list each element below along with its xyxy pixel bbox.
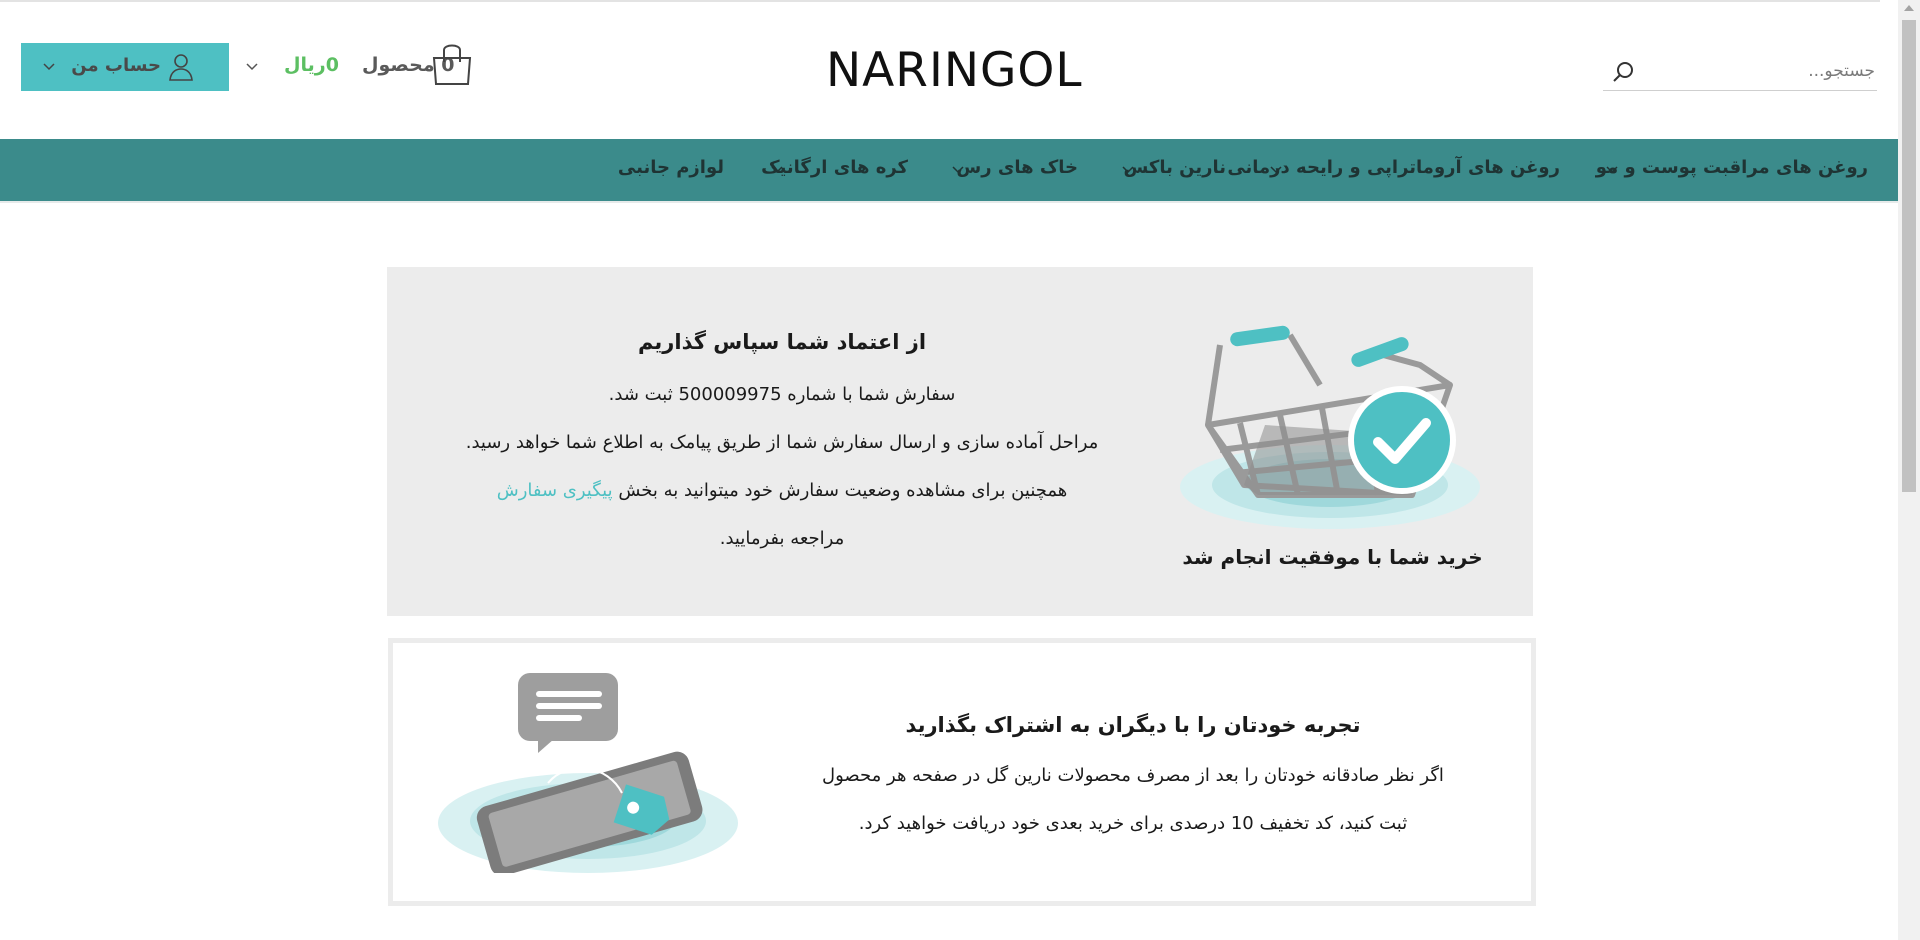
shopping-bag-icon[interactable] xyxy=(430,40,474,86)
review-text-line2: ثبت کنید، کد تخفیف 10 درصدی برای خرید بع… xyxy=(858,813,1408,834)
refer-text: مراجعه بفرمایید. xyxy=(719,528,845,549)
chevron-down-icon[interactable] xyxy=(952,166,964,174)
scroll-up-arrow-icon[interactable] xyxy=(1904,5,1914,11)
chevron-down-icon[interactable] xyxy=(1270,166,1282,174)
sms-info-text: مراحل آماده سازی و ارسال سفارش شما از طر… xyxy=(465,432,1099,453)
thanks-heading: از اعتماد شما سپاس گذاریم xyxy=(637,330,927,354)
site-logo[interactable]: NARINGOL xyxy=(826,46,1082,96)
review-invite-box: تجربه خودتان را با دیگران به اشتراک بگذا… xyxy=(388,638,1536,906)
order-success-box: از اعتماد شما سپاس گذاریم سفارش شما با ش… xyxy=(387,267,1533,616)
scrollbar-thumb[interactable] xyxy=(1902,20,1916,492)
nav-item-accessories[interactable]: لوازم جانبی xyxy=(618,157,724,181)
nav-item-organic-butters[interactable]: کره های ارگانیک xyxy=(761,157,908,181)
chevron-down-icon[interactable] xyxy=(1606,166,1618,174)
search-input[interactable] xyxy=(1653,56,1877,86)
chevron-down-icon[interactable] xyxy=(1122,166,1134,174)
nav-item-skin-hair-oils[interactable]: روغن های مراقبت پوست و مو xyxy=(1596,157,1868,181)
order-tracking-link[interactable]: پیگیری سفارش xyxy=(497,480,613,501)
tracking-prefix: همچنین برای مشاهده وضعیت سفارش خود میتوا… xyxy=(612,480,1068,501)
account-button[interactable]: حساب من xyxy=(21,43,229,91)
review-heading: تجربه خودتان را با دیگران به اشتراک بگذا… xyxy=(905,713,1361,737)
chevron-down-icon[interactable] xyxy=(771,166,783,174)
nav-item-narin-box[interactable]: نارین باکس xyxy=(1123,157,1226,181)
phone-review-illustration xyxy=(438,673,738,873)
search-icon[interactable] xyxy=(1611,59,1637,85)
basket-success-illustration xyxy=(1180,325,1480,529)
user-icon xyxy=(169,54,193,81)
cart-total-price: 0ریال xyxy=(284,54,339,76)
cart-chevron-down-icon[interactable] xyxy=(246,63,258,71)
order-number-text: سفارش شما با شماره 500009975 ثبت شد. xyxy=(608,384,956,405)
tracking-info-text: همچنین برای مشاهده وضعیت سفارش خود میتوا… xyxy=(387,480,1177,501)
site-header: NARINGOL حساب من 0ریال 0 محصول xyxy=(0,2,1898,139)
vertical-scrollbar[interactable] xyxy=(1898,0,1920,940)
purchase-success-caption: خرید شما با موفقیت انجام شد xyxy=(1182,545,1483,569)
search-box xyxy=(1603,52,1877,91)
main-nav: روغن های مراقبت پوست و مو روغن های آروما… xyxy=(0,139,1898,203)
nav-item-clays[interactable]: خاک های رس xyxy=(956,157,1078,181)
review-text-line1: اگر نظر صادقانه خودتان را بعد از مصرف مح… xyxy=(822,765,1444,786)
account-label: حساب من xyxy=(71,55,161,76)
chevron-down-icon xyxy=(43,63,55,71)
